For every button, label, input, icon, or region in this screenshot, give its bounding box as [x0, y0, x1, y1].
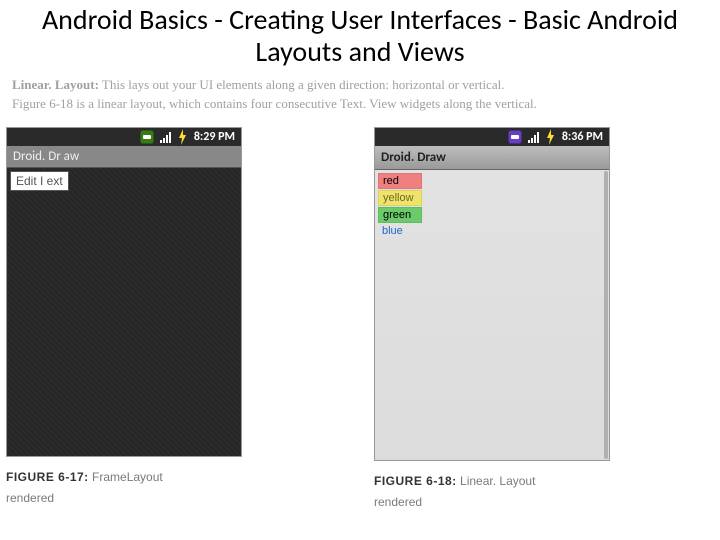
edit-text-field[interactable]: Edit I ext	[10, 171, 69, 191]
status-bar: 8:36 PM	[375, 128, 609, 146]
intro-lead: Linear. Layout:	[12, 77, 99, 92]
phone-linear-layout: 8:36 PM Droid. Draw red yellow green blu…	[374, 127, 610, 461]
linear-layout-body: red yellow green blue	[375, 170, 609, 460]
figures-row: 8:29 PM Droid. Dr aw Edit I ext FIGURE 6…	[0, 119, 720, 512]
figure-caption: FIGURE 6-18: Linear. Layout rendered	[374, 461, 632, 512]
textview-red: red	[378, 173, 422, 189]
figure-name: FrameLayout	[92, 470, 163, 484]
status-badge-icon	[140, 130, 154, 144]
figure-6-18: 8:36 PM Droid. Draw red yellow green blu…	[374, 127, 632, 512]
textview-yellow: yellow	[378, 190, 422, 206]
intro-rest: This lays out your UI elements along a g…	[99, 77, 505, 92]
status-badge-icon	[508, 130, 522, 144]
figure-caption-line2: rendered	[6, 491, 54, 505]
signal-icon	[160, 131, 171, 143]
charging-icon	[177, 129, 188, 145]
app-titlebar: Droid. Dr aw	[7, 146, 241, 168]
figure-caption: FIGURE 6-17: FrameLayout rendered	[6, 457, 264, 508]
figure-label: FIGURE 6-18:	[374, 474, 457, 488]
intro-text: Linear. Layout: This lays out your UI el…	[0, 74, 720, 119]
slide-title: Android Basics - Creating User Interface…	[0, 0, 720, 74]
figure-label: FIGURE 6-17:	[6, 470, 89, 484]
signal-icon	[528, 131, 539, 143]
status-bar: 8:29 PM	[7, 128, 241, 146]
phone-frame-layout: 8:29 PM Droid. Dr aw Edit I ext	[6, 127, 242, 457]
status-time: 8:36 PM	[562, 130, 603, 144]
intro-line2: Figure 6-18 is a linear layout, which co…	[12, 95, 708, 113]
frame-layout-body: Edit I ext	[7, 168, 241, 456]
textview-blue: blue	[378, 224, 422, 238]
figure-caption-line2: rendered	[374, 495, 422, 509]
app-titlebar: Droid. Draw	[375, 146, 609, 170]
status-time: 8:29 PM	[194, 130, 235, 144]
figure-name: Linear. Layout	[460, 474, 535, 488]
charging-icon	[545, 129, 556, 145]
figure-6-17: 8:29 PM Droid. Dr aw Edit I ext FIGURE 6…	[6, 127, 264, 512]
textview-green: green	[378, 207, 422, 223]
